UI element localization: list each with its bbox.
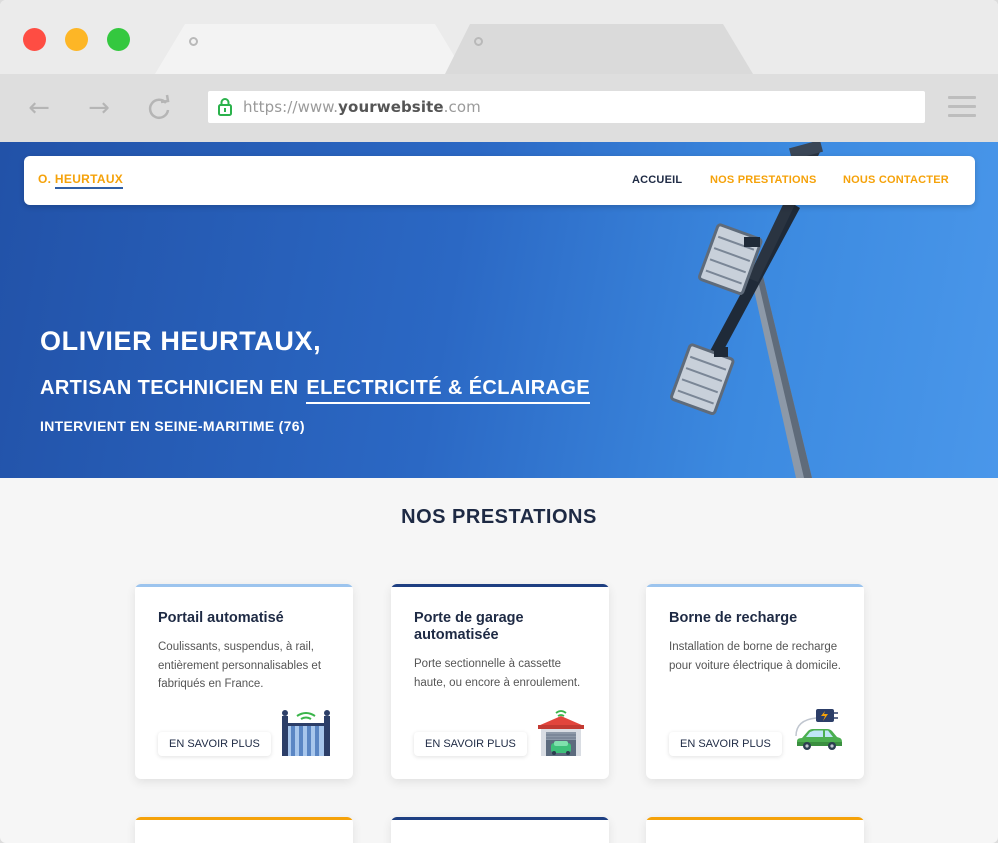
card-accent-bar <box>391 584 609 587</box>
logo-initial: O. <box>38 172 52 186</box>
tab-favicon-icon <box>189 37 198 46</box>
nav-link-accueil[interactable]: ACCUEIL <box>632 174 682 186</box>
ev-charging-icon <box>795 709 842 750</box>
hero-title: OLIVIER HEURTAUX, <box>40 326 322 356</box>
card-accent-bar <box>135 817 353 820</box>
service-card-next-2[interactable] <box>391 817 609 843</box>
maximize-window-button[interactable] <box>107 28 130 51</box>
service-card-next-1[interactable] <box>135 817 353 843</box>
tab-bar <box>0 0 998 74</box>
hero-subtitle: ARTISAN TECHNICIEN EN ELECTRICITÉ & ÉCLAI… <box>40 377 591 404</box>
browser-tab-inactive[interactable] <box>445 24 755 74</box>
card-accent-bar <box>135 584 353 587</box>
site-navbar: O. HEURTAUX ACCUEIL NOS PRESTATIONS NOUS… <box>24 156 975 205</box>
services-section-title: NOS PRESTATIONS <box>401 506 597 528</box>
card-title: Borne de recharge <box>669 610 798 626</box>
hero-subtitle-highlight: ELECTRICITÉ & ÉCLAIRAGE <box>306 377 591 404</box>
card-title: Portail automatisé <box>158 610 284 626</box>
card-description: Coulissants, suspendus, à rail, entièrem… <box>158 641 322 690</box>
automatic-gate-icon <box>282 710 330 756</box>
url-text: https://www.yourwebsite.com <box>243 98 481 116</box>
service-card-borne[interactable]: Borne de recharge Installation de borne … <box>646 584 864 779</box>
hero-section: O. HEURTAUX ACCUEIL NOS PRESTATIONS NOUS… <box>0 142 998 478</box>
forward-arrow-icon[interactable]: → <box>84 94 114 122</box>
card-accent-bar <box>391 817 609 820</box>
reload-icon[interactable] <box>144 94 174 122</box>
learn-more-button[interactable]: EN SAVOIR PLUS <box>669 732 782 756</box>
url-prefix: https://www. <box>243 98 339 116</box>
browser-toolbar: ← → https://www.yourwebsite.com <box>0 74 998 142</box>
service-card-garage[interactable]: Porte de garage automatisée Porte sectio… <box>391 584 609 779</box>
url-suffix: .com <box>443 98 481 116</box>
card-description: Installation de borne de recharge pour v… <box>669 641 841 672</box>
hero-subtitle-prefix: ARTISAN TECHNICIEN EN <box>40 377 299 399</box>
garage-icon <box>538 710 584 756</box>
card-accent-bar <box>646 584 864 587</box>
service-card-portail[interactable]: Portail automatisé Coulissants, suspendu… <box>135 584 353 779</box>
close-window-button[interactable] <box>23 28 46 51</box>
lock-icon <box>218 98 232 116</box>
address-bar[interactable]: https://www.yourwebsite.com <box>208 91 925 123</box>
browser-window: ← → https://www.yourwebsite.com O. HEURT… <box>0 0 998 843</box>
browser-tab-active[interactable] <box>155 24 465 74</box>
hero-service-area: INTERVIENT EN SEINE-MARITIME (76) <box>40 418 305 434</box>
tab-favicon-icon <box>474 37 483 46</box>
minimize-window-button[interactable] <box>65 28 88 51</box>
url-domain: yourwebsite <box>338 98 444 116</box>
card-description: Porte sectionnelle à cassette haute, ou … <box>414 658 581 689</box>
learn-more-button[interactable]: EN SAVOIR PLUS <box>158 732 271 756</box>
card-title: Porte de garage automatisée <box>414 610 524 643</box>
service-card-next-3[interactable] <box>646 817 864 843</box>
nav-link-contact[interactable]: NOUS CONTACTER <box>843 174 949 186</box>
back-arrow-icon[interactable]: ← <box>24 94 54 122</box>
learn-more-button[interactable]: EN SAVOIR PLUS <box>414 732 527 756</box>
card-accent-bar <box>646 817 864 820</box>
hamburger-menu-icon[interactable] <box>948 96 976 118</box>
logo-name: HEURTAUX <box>54 172 124 189</box>
site-logo[interactable]: O. HEURTAUX <box>38 172 124 189</box>
nav-link-prestations[interactable]: NOS PRESTATIONS <box>710 174 817 186</box>
